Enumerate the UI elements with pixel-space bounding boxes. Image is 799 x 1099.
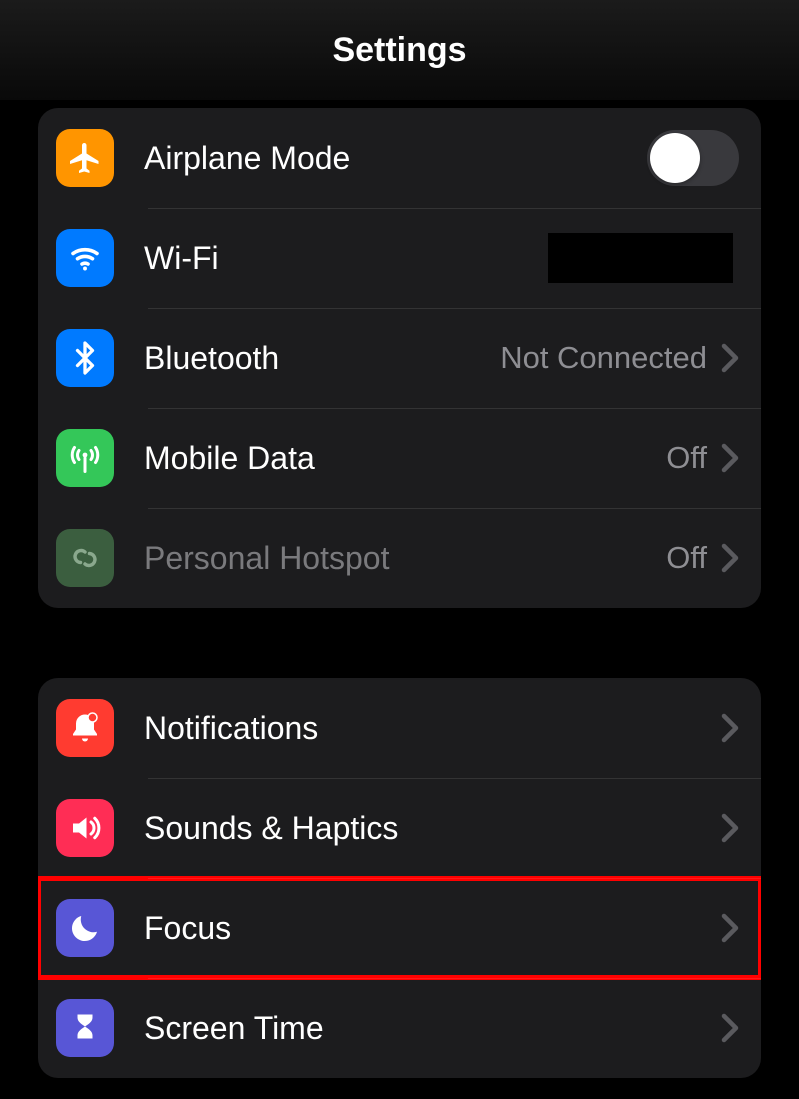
moon-icon	[56, 899, 114, 957]
chevron-right-icon	[721, 543, 739, 573]
row-label: Sounds & Haptics	[144, 810, 721, 847]
row-label: Mobile Data	[144, 440, 666, 477]
bluetooth-icon	[56, 329, 114, 387]
row-mobile-data[interactable]: Mobile Data Off	[38, 408, 761, 508]
row-personal-hotspot[interactable]: Personal Hotspot Off	[38, 508, 761, 608]
airplane-icon	[56, 129, 114, 187]
row-label: Focus	[144, 910, 721, 947]
hotspot-icon	[56, 529, 114, 587]
row-sounds-haptics[interactable]: Sounds & Haptics	[38, 778, 761, 878]
row-airplane-mode[interactable]: Airplane Mode	[38, 108, 761, 208]
chevron-right-icon	[721, 713, 739, 743]
settings-group-connectivity: Airplane Mode Wi-Fi Bluetooth Not Connec…	[38, 108, 761, 608]
settings-group-general: Notifications Sounds & Haptics Focus Scr…	[38, 678, 761, 1078]
row-label: Screen Time	[144, 1010, 721, 1047]
chevron-right-icon	[721, 1013, 739, 1043]
row-bluetooth[interactable]: Bluetooth Not Connected	[38, 308, 761, 408]
row-notifications[interactable]: Notifications	[38, 678, 761, 778]
row-label: Bluetooth	[144, 340, 500, 377]
wifi-value	[548, 233, 733, 283]
row-label: Personal Hotspot	[144, 540, 666, 577]
antenna-icon	[56, 429, 114, 487]
chevron-right-icon	[721, 913, 739, 943]
row-focus[interactable]: Focus	[38, 878, 761, 978]
mobile-data-value: Off	[666, 440, 707, 476]
chevron-right-icon	[721, 443, 739, 473]
speaker-icon	[56, 799, 114, 857]
bell-icon	[56, 699, 114, 757]
toggle-knob	[650, 133, 700, 183]
row-wifi[interactable]: Wi-Fi	[38, 208, 761, 308]
hourglass-icon	[56, 999, 114, 1057]
page-title: Settings	[332, 31, 466, 70]
bluetooth-value: Not Connected	[500, 340, 707, 376]
wifi-icon	[56, 229, 114, 287]
row-label: Notifications	[144, 710, 721, 747]
row-label: Airplane Mode	[144, 140, 647, 177]
airplane-toggle[interactable]	[647, 130, 739, 186]
chevron-right-icon	[721, 343, 739, 373]
header: Settings	[0, 0, 799, 100]
row-label: Wi-Fi	[144, 240, 548, 277]
chevron-right-icon	[721, 813, 739, 843]
row-screen-time[interactable]: Screen Time	[38, 978, 761, 1078]
hotspot-value: Off	[666, 540, 707, 576]
